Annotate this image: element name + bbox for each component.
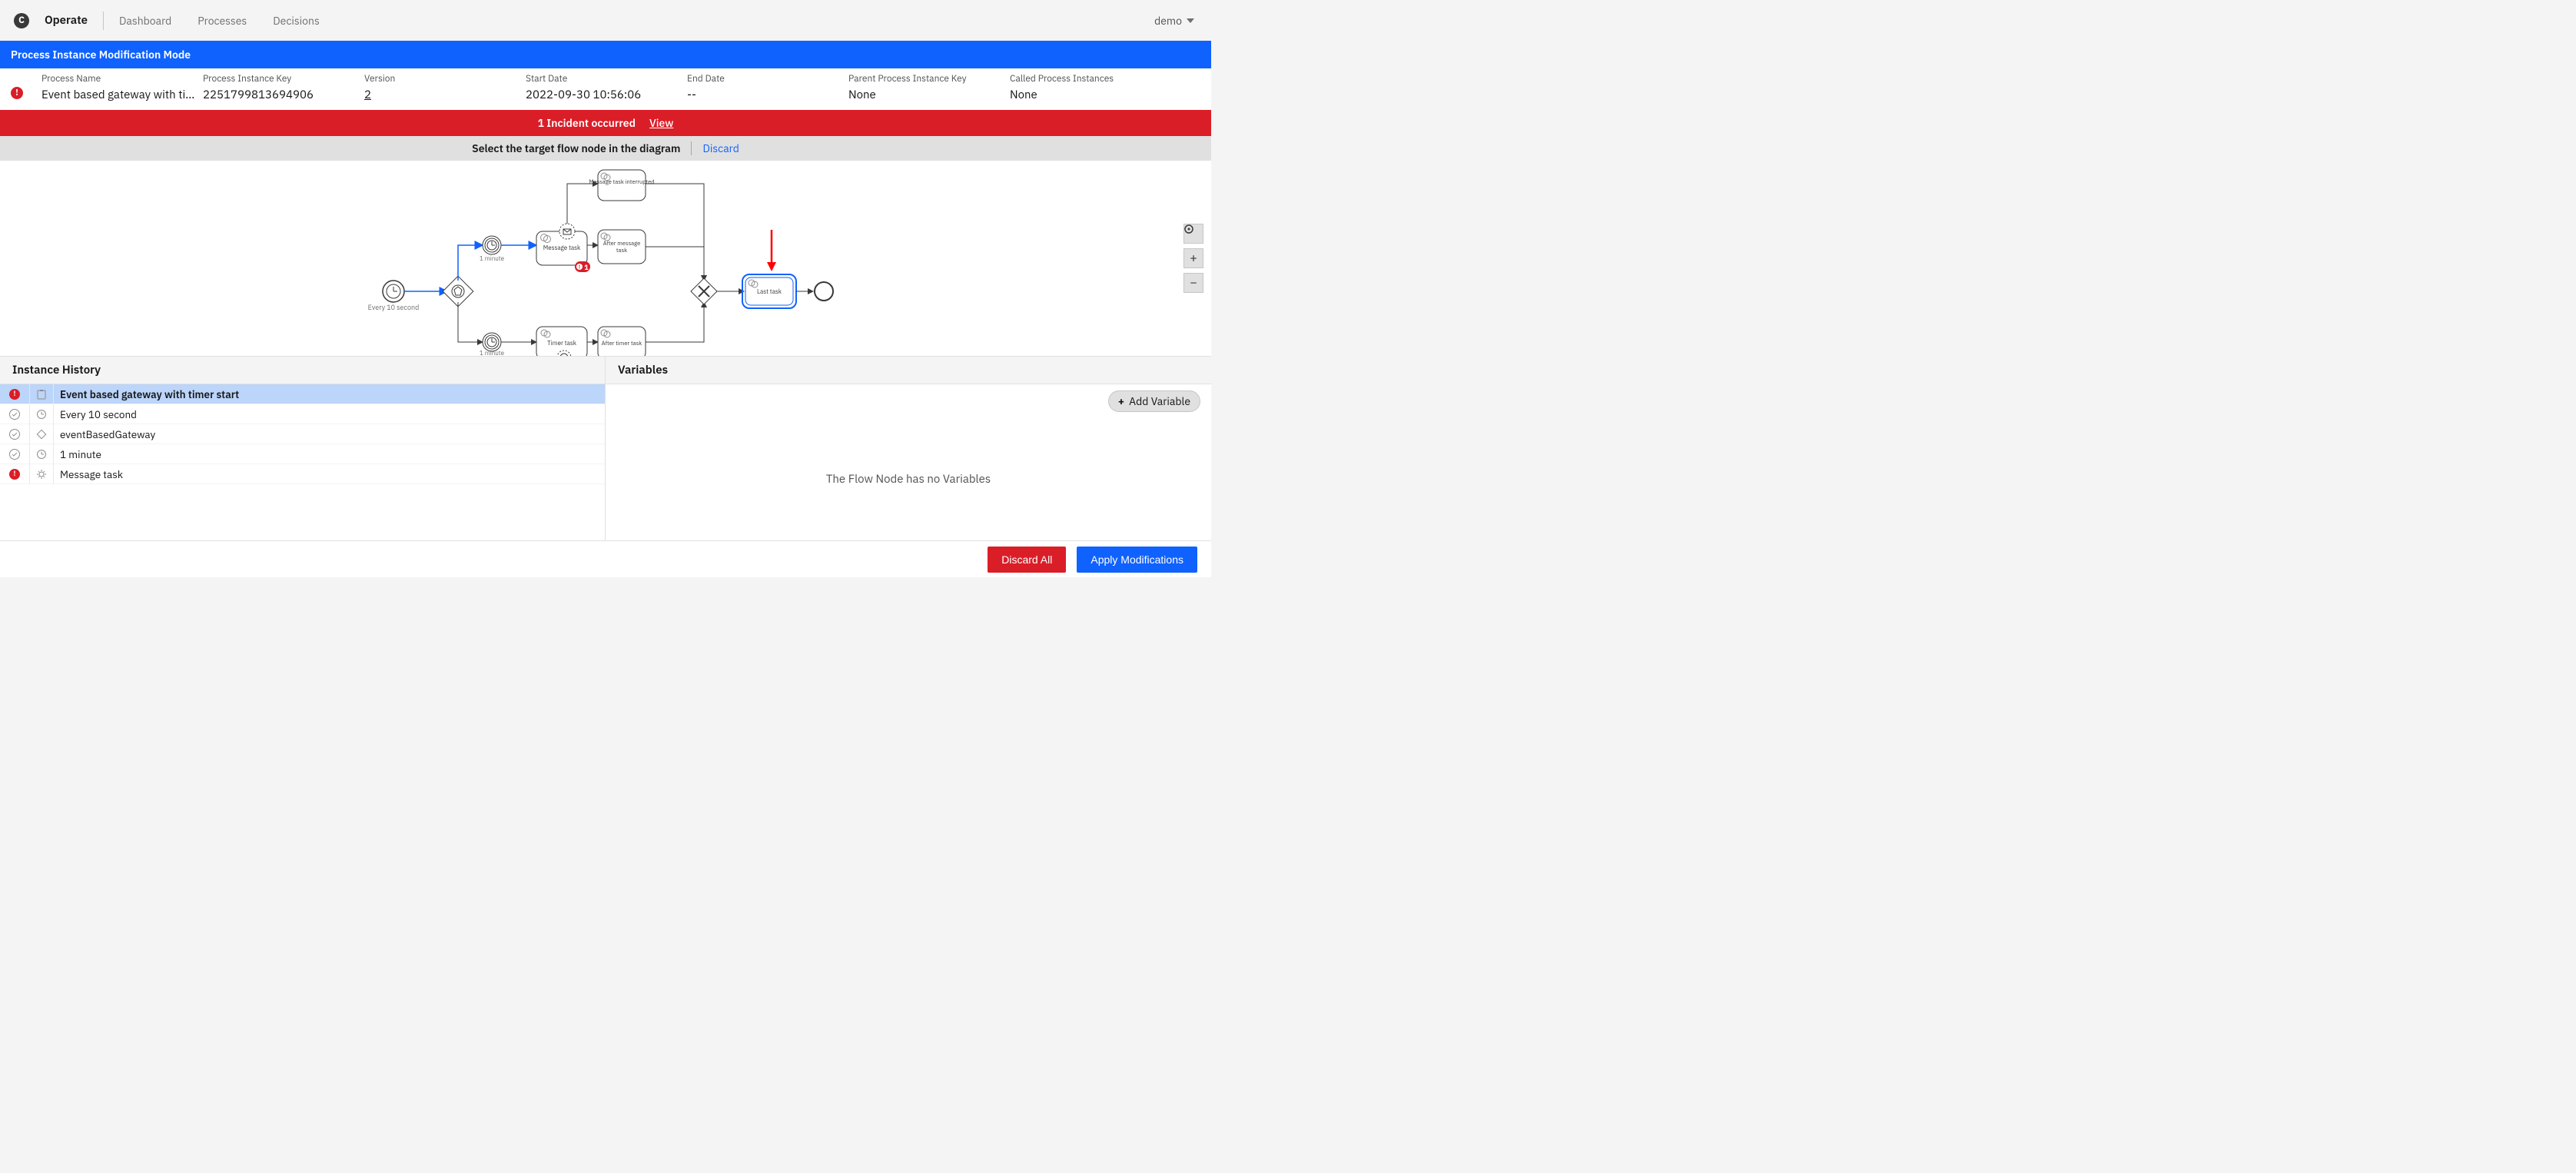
bpmn-diagram[interactable]: Every 10 second 1 minute Message ta bbox=[0, 161, 1211, 356]
parent-key-value: None bbox=[848, 88, 1010, 102]
instance-history-rows: ! Event based gateway with timer start Eve… bbox=[0, 384, 605, 540]
after-msg-label-2: task bbox=[616, 247, 627, 254]
zoom-out-button[interactable]: − bbox=[1183, 273, 1203, 293]
brand-title: Operate bbox=[45, 13, 88, 28]
instance-info-row: ! Process Name Event based gateway with … bbox=[0, 68, 1211, 110]
instance-key-label: Process Instance Key bbox=[203, 73, 364, 85]
nav-processes[interactable]: Processes bbox=[198, 14, 247, 28]
edge-aftermsg-merge bbox=[646, 247, 704, 281]
variables-title: Variables bbox=[606, 357, 1211, 384]
node-timer-bottom[interactable] bbox=[483, 333, 501, 351]
timer-task-label: Timer task bbox=[547, 340, 577, 347]
modification-target-arrow-icon bbox=[767, 230, 776, 271]
node-event-gateway[interactable] bbox=[443, 276, 473, 307]
history-status-icon bbox=[0, 449, 29, 460]
timer-top-label: 1 minute bbox=[480, 255, 505, 263]
nav-dashboard[interactable]: Dashboard bbox=[119, 14, 171, 28]
history-status-icon: ! bbox=[0, 469, 29, 480]
bpmn-svg: Every 10 second 1 minute Message ta bbox=[0, 161, 1211, 356]
node-exclusive-gateway[interactable] bbox=[691, 278, 717, 304]
target-bar-separator bbox=[691, 141, 692, 155]
history-row-label: Event based gateway with timer start bbox=[54, 387, 239, 401]
modification-footer: Discard All Apply Modifications bbox=[0, 540, 1211, 577]
message-interrupted-label: Message task interrupted bbox=[589, 178, 654, 186]
end-date-value: -- bbox=[687, 88, 848, 102]
add-variable-label: Add Variable bbox=[1129, 394, 1190, 408]
history-row[interactable]: ! Message task bbox=[0, 464, 605, 484]
history-kind-icon bbox=[29, 444, 54, 464]
history-row[interactable]: eventBasedGateway bbox=[0, 424, 605, 444]
incident-bar: 1 Incident occurred View bbox=[0, 110, 1211, 136]
process-name-value: Event based gateway with timer… bbox=[41, 88, 203, 102]
zoom-in-button[interactable]: + bbox=[1183, 248, 1203, 268]
version-label: Version bbox=[364, 73, 526, 85]
instance-history-title: Instance History bbox=[0, 357, 605, 384]
node-start-event[interactable] bbox=[383, 281, 404, 302]
history-row[interactable]: 1 minute bbox=[0, 444, 605, 464]
zoom-reset-button[interactable] bbox=[1183, 224, 1203, 244]
message-task-label: Message task bbox=[543, 244, 581, 252]
chevron-down-icon bbox=[1187, 18, 1194, 23]
history-kind-icon bbox=[29, 464, 54, 483]
diagram-zoom-controls: + − bbox=[1183, 224, 1203, 293]
history-status-icon bbox=[0, 409, 29, 420]
edge-gateway-timer-bottom bbox=[458, 302, 483, 342]
plus-icon: + bbox=[1118, 394, 1124, 408]
end-date-label: End Date bbox=[687, 73, 848, 85]
called-instances-label: Called Process Instances bbox=[1010, 73, 1171, 85]
history-row[interactable]: Every 10 second bbox=[0, 404, 605, 424]
add-variable-button[interactable]: + Add Variable bbox=[1108, 390, 1200, 412]
edge-interrupted-merge bbox=[646, 184, 704, 281]
called-instances-value: None bbox=[1010, 88, 1171, 102]
version-link[interactable]: 2 bbox=[364, 88, 526, 102]
history-status-icon bbox=[0, 429, 29, 440]
history-row-label: eventBasedGateway bbox=[54, 427, 155, 441]
instance-key-value: 2251799813694906 bbox=[203, 88, 364, 102]
header-separator bbox=[103, 12, 104, 30]
history-row-label: Every 10 second bbox=[54, 407, 137, 421]
variables-pane: Variables + Add Variable The Flow Node h… bbox=[606, 357, 1211, 540]
brand-logo-icon: C bbox=[14, 13, 29, 28]
incident-message: 1 Incident occurred bbox=[538, 116, 636, 130]
incident-badge[interactable]: ! 1 bbox=[575, 261, 590, 272]
history-row-label: Message task bbox=[54, 467, 123, 481]
history-kind-icon bbox=[29, 404, 54, 424]
edge-aftertimer-merge bbox=[646, 302, 704, 342]
bottom-panes: Instance History ! Event based gateway wi… bbox=[0, 356, 1211, 540]
start-event-label: Every 10 second bbox=[368, 304, 420, 312]
svg-text:!: ! bbox=[579, 264, 580, 271]
node-boundary-message[interactable] bbox=[559, 224, 575, 239]
target-discard-link[interactable]: Discard bbox=[702, 141, 739, 155]
after-timer-label: After timer task bbox=[602, 340, 642, 347]
last-task-label: Last task bbox=[757, 288, 782, 296]
modification-mode-bar: Process Instance Modification Mode bbox=[0, 41, 1211, 68]
user-name: demo bbox=[1154, 14, 1182, 28]
edge-boundary-interrupted bbox=[567, 184, 598, 224]
incident-icon: ! bbox=[11, 87, 23, 99]
select-target-message: Select the target flow node in the diagr… bbox=[472, 141, 680, 155]
start-date-value: 2022-09-30 10:56:06 bbox=[526, 88, 687, 102]
variables-empty-message: The Flow Node has no Variables bbox=[606, 418, 1211, 540]
instance-history-pane: Instance History ! Event based gateway wi… bbox=[0, 357, 606, 540]
history-row[interactable]: ! Event based gateway with timer start bbox=[0, 384, 605, 404]
history-kind-icon bbox=[29, 424, 54, 444]
user-menu[interactable]: demo bbox=[1154, 14, 1194, 28]
app-header: C Operate Dashboard Processes Decisions … bbox=[0, 0, 1211, 41]
svg-text:1: 1 bbox=[584, 264, 589, 272]
process-name-label: Process Name bbox=[41, 73, 203, 85]
select-target-bar: Select the target flow node in the diagr… bbox=[0, 136, 1211, 161]
timer-bottom-label: 1 minute bbox=[480, 350, 505, 356]
parent-key-label: Parent Process Instance Key bbox=[848, 73, 1010, 85]
history-row-label: 1 minute bbox=[54, 447, 101, 461]
history-kind-icon bbox=[29, 384, 54, 404]
incident-view-link[interactable]: View bbox=[649, 116, 673, 130]
node-end-event[interactable] bbox=[815, 282, 833, 301]
node-timer-top[interactable] bbox=[483, 236, 501, 254]
history-status-icon: ! bbox=[0, 389, 29, 400]
edge-gateway-timer-top bbox=[458, 245, 483, 281]
start-date-label: Start Date bbox=[526, 73, 687, 85]
nav-decisions[interactable]: Decisions bbox=[273, 14, 320, 28]
apply-modifications-button[interactable]: Apply Modifications bbox=[1077, 547, 1197, 573]
discard-all-button[interactable]: Discard All bbox=[988, 547, 1066, 573]
